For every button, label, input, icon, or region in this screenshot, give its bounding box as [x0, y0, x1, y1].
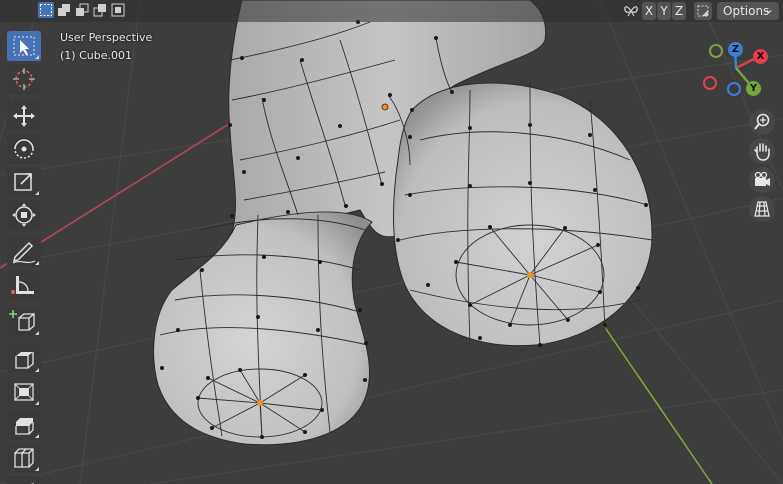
- pan-button[interactable]: [749, 138, 775, 164]
- transform-icon: [12, 203, 36, 227]
- auto-merge-icon[interactable]: [694, 2, 712, 20]
- selected-vertex[interactable]: [527, 272, 533, 278]
- camera-view-button[interactable]: [749, 167, 775, 193]
- options-dropdown[interactable]: Options ⌄: [717, 2, 779, 20]
- cursor-icon: [13, 68, 35, 90]
- tool-scale[interactable]: [7, 167, 41, 197]
- mirror-butterfly-icon[interactable]: [622, 3, 640, 19]
- options-label: Options: [723, 4, 770, 18]
- mesh-scene[interactable]: [0, 0, 783, 484]
- tool-add-cube[interactable]: [7, 307, 41, 337]
- tool-cursor[interactable]: [7, 64, 41, 94]
- poly-build-icon: [30, 483, 34, 484]
- y-axis-line: [603, 325, 713, 484]
- tool-annotate[interactable]: [7, 237, 41, 267]
- z-axis-ball[interactable]: Z: [728, 42, 743, 57]
- zoom-icon: [754, 113, 770, 130]
- camera-icon: [754, 171, 770, 186]
- view-mode-label: User Perspective: [60, 31, 153, 44]
- active-object-label: (1) Cube.001: [60, 49, 132, 62]
- y-axis-ball[interactable]: Y: [746, 81, 761, 96]
- right-leg-mesh[interactable]: [393, 82, 653, 347]
- tool-poly-build[interactable]: [7, 476, 41, 484]
- move-icon: [13, 105, 35, 127]
- mirror-z-toggle[interactable]: Z: [672, 2, 686, 20]
- rotate-icon: [14, 139, 34, 159]
- tool-loop-cut[interactable]: [7, 443, 41, 473]
- select-mode-difference[interactable]: [92, 2, 108, 18]
- object-origin[interactable]: [381, 103, 389, 111]
- selected-vertex[interactable]: [257, 400, 263, 406]
- navigation-gizmo[interactable]: X Z Y: [700, 36, 776, 102]
- 3d-viewport[interactable]: X Y Z Options ⌄ User Perspective (1) Cub…: [0, 0, 783, 484]
- tool-move[interactable]: [7, 101, 41, 131]
- tool-rotate[interactable]: [7, 134, 41, 164]
- zoom-button[interactable]: [749, 109, 775, 135]
- select-mode-subtract[interactable]: [74, 2, 90, 18]
- neg-x-axis-ball[interactable]: [703, 76, 717, 90]
- x-axis-ball[interactable]: X: [753, 49, 768, 64]
- neg-y-axis-ball[interactable]: [709, 44, 723, 58]
- mirror-y-toggle[interactable]: Y: [657, 2, 671, 20]
- tool-measure[interactable]: [7, 270, 41, 300]
- neg-z-axis-ball[interactable]: [727, 82, 741, 96]
- tool-extrude[interactable]: [7, 344, 41, 374]
- select-mode-new[interactable]: [38, 2, 54, 18]
- tool-bevel[interactable]: [7, 410, 41, 440]
- mirror-x-toggle[interactable]: X: [642, 2, 656, 20]
- select-mode-extend[interactable]: [56, 2, 72, 18]
- ortho-toggle-button[interactable]: [749, 196, 775, 222]
- pan-hand-icon: [754, 143, 770, 161]
- measure-icon: [11, 276, 34, 294]
- chevron-down-icon: ⌄: [763, 2, 774, 16]
- tool-transform[interactable]: [7, 200, 41, 230]
- tool-inset[interactable]: [7, 377, 41, 407]
- grid-icon: [754, 201, 770, 217]
- tool-select-box[interactable]: [7, 31, 41, 61]
- select-mode-intersect[interactable]: [110, 2, 126, 18]
